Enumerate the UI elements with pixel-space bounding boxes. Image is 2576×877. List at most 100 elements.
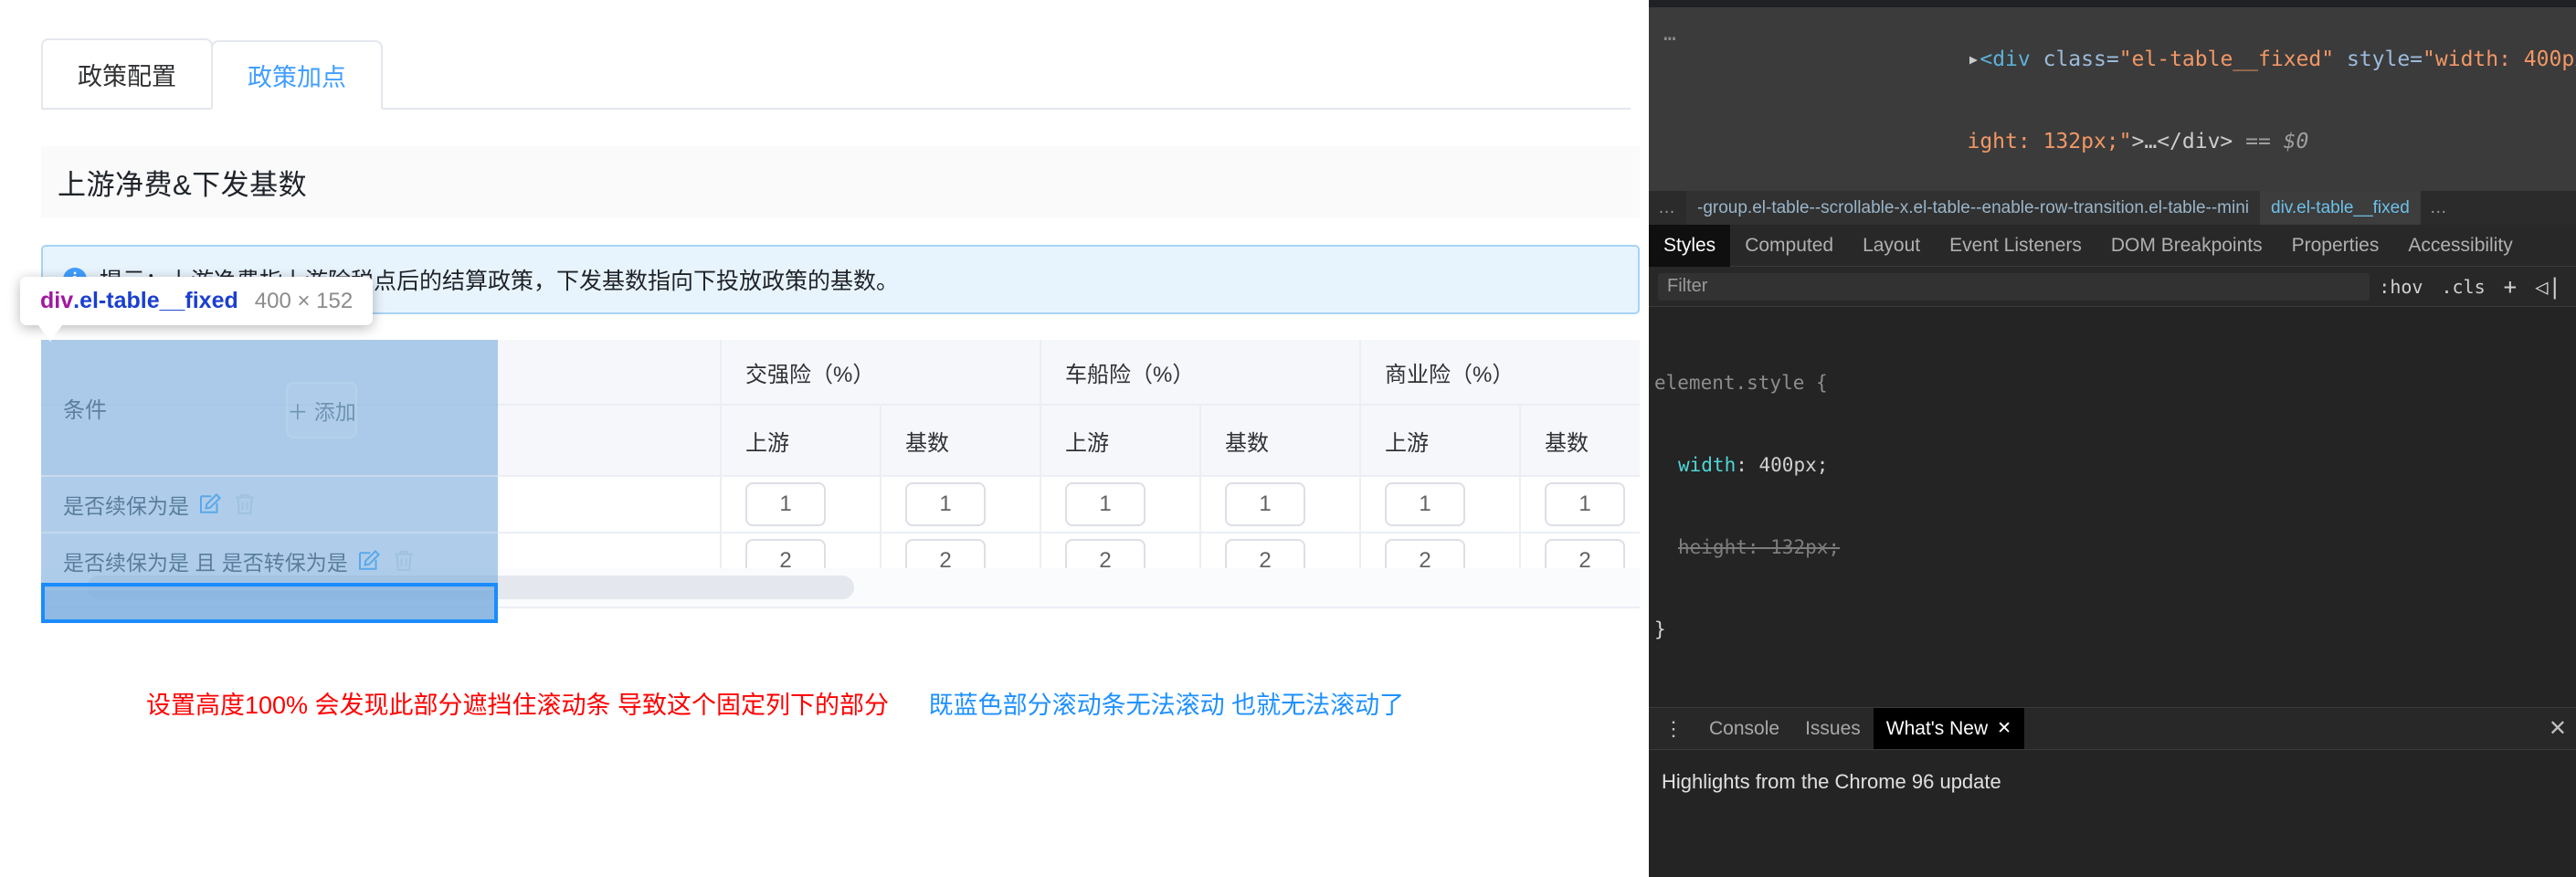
header-sub-5: 基数: [1521, 406, 1640, 477]
header-group-label: 交强险（%）: [745, 362, 875, 387]
fixed-col-scrollbar-cover: [41, 583, 498, 623]
header-group-2: 商业险（%）: [1361, 340, 1640, 406]
header-sub-label: 基数: [1225, 430, 1269, 456]
tab-styles[interactable]: Styles: [1649, 224, 1731, 267]
declaration[interactable]: width: 400px;: [1654, 451, 2576, 479]
drawer-tab-issues[interactable]: Issues: [1792, 708, 1874, 750]
dom-attr: class=: [2043, 48, 2119, 71]
breadcrumb-overflow-dots[interactable]: …: [1649, 198, 1686, 218]
number-input[interactable]: 1: [1065, 482, 1145, 526]
tab-policy-config[interactable]: 政策配置: [41, 38, 213, 108]
tab-dom-breakpoints[interactable]: DOM Breakpoints: [2096, 225, 2277, 267]
condition-text: 是否续保为是 且 是否转保为是: [63, 551, 348, 575]
breadcrumb-overflow-dots-right[interactable]: …: [2421, 198, 2458, 218]
annotation-blue: 既蓝色部分滚动条无法滚动 也就无法滚动了: [928, 692, 1405, 719]
tab-layout[interactable]: Layout: [1848, 225, 1935, 267]
tab-label: 政策加点: [248, 63, 346, 91]
close-icon[interactable]: ✕: [1997, 718, 2011, 739]
header-sub-4: 上游: [1361, 406, 1521, 477]
condition-text: 是否续保为是: [63, 494, 189, 518]
dom-breadcrumb: … -group.el-table--scrollable-x.el-table…: [1649, 190, 2576, 226]
policy-table: 条件 交强险（%） 车船险（%） 商业险（%）: [41, 340, 1640, 623]
decl-value: 132px;: [1770, 536, 1841, 558]
header-sub-label: 上游: [1065, 430, 1109, 456]
header-group-label: 商业险（%）: [1385, 362, 1515, 387]
declaration-disabled[interactable]: height: 132px;: [1654, 534, 2576, 561]
value-cell: 1: [882, 477, 1041, 534]
header-group-1: 车船险（%）: [1041, 340, 1361, 406]
dom-tag: <div: [1980, 48, 2043, 71]
tab-event-listeners[interactable]: Event Listeners: [1935, 225, 2096, 267]
header-sub-2: 上游: [1041, 406, 1201, 477]
hov-button[interactable]: :hov: [2370, 276, 2432, 298]
dom-attr-value: "width: 400px; he: [2423, 48, 2576, 71]
tab-bar: 政策配置 政策加点: [41, 38, 1631, 110]
add-condition-button[interactable]: ＋ 添加: [286, 382, 357, 438]
table-fixed-left-column: 条件 ＋ 添加 是否续保为是 是否续保为是 且 是否转保为是: [41, 340, 498, 623]
number-input[interactable]: 1: [1225, 482, 1305, 526]
dom-dollar-zero: == $0: [2233, 130, 2309, 153]
header-group-label: 车船险（%）: [1065, 362, 1195, 387]
value-cell: 1: [1521, 477, 1640, 534]
number-input[interactable]: 1: [905, 482, 986, 526]
web-page-panel: 政策配置 政策加点 上游净费&下发基数 i 提示：上游净费指上游除税点后的结算政…: [0, 0, 1640, 877]
drawer-close-icon[interactable]: ✕: [2549, 715, 2567, 742]
dom-punctuation: >…</div>: [2131, 130, 2233, 153]
section-title-bar: 上游净费&下发基数: [41, 146, 1640, 217]
fixed-col-row: 是否续保为是 且 是否转保为是: [41, 534, 498, 590]
annotation-red: 设置高度100% 会发现此部分遮挡住滚动条 导致这个固定列下的部分: [146, 692, 890, 719]
dom-selected-node[interactable]: … ▸<div class="el-table__fixed" style="w…: [1649, 7, 2576, 192]
decl-prop: width: [1678, 454, 1737, 476]
delete-icon[interactable]: [231, 491, 259, 518]
cls-button[interactable]: .cls: [2432, 276, 2494, 298]
drawer-tab-console[interactable]: Console: [1696, 708, 1792, 750]
header-sub-label: 基数: [1545, 430, 1589, 456]
rule-selector: element.style {: [1654, 372, 1828, 394]
whats-new-content: Highlights from the Chrome 96 update: [1649, 749, 2576, 877]
devtools-sidebar-tabs: Styles Computed Layout Event Listeners D…: [1649, 224, 2576, 267]
drawer-tab-whats-new[interactable]: What's New ✕: [1873, 707, 2025, 750]
tab-label: 政策配置: [78, 62, 176, 90]
tooltip-size: 400 × 152: [254, 289, 354, 313]
tooltip-tag: div: [40, 288, 74, 313]
tab-properties[interactable]: Properties: [2277, 225, 2394, 267]
tooltip-classname: .el-table__fixed: [73, 288, 238, 313]
header-sub-label: 上游: [745, 430, 789, 456]
devtools-drawer-tabs: ⋮ Console Issues What's New ✕ ✕: [1649, 707, 2576, 750]
breadcrumb-item-selected[interactable]: div.el-table__fixed: [2260, 190, 2421, 226]
tab-accessibility[interactable]: Accessibility: [2393, 225, 2527, 267]
header-group-0: 交强险（%）: [722, 340, 1041, 406]
dom-attr-value: "el-table__fixed": [2118, 48, 2335, 71]
number-input[interactable]: 1: [1545, 482, 1625, 526]
page-title: 上游净费&下发基数: [58, 168, 308, 201]
drawer-tab-label: What's New: [1885, 717, 1989, 739]
edit-icon[interactable]: [355, 547, 383, 575]
styles-rules-list[interactable]: element.style { width: 400px; height: 13…: [1649, 307, 2576, 707]
decl-value: 400px;: [1758, 454, 1829, 476]
more-options-icon[interactable]: ⋮: [1649, 718, 1696, 738]
delete-icon[interactable]: [390, 547, 417, 575]
value-cell: 1: [1361, 477, 1521, 534]
tab-policy-bonus[interactable]: 政策加点: [211, 40, 383, 110]
screenshot-root: 政策配置 政策加点 上游净费&下发基数 i 提示：上游净费指上游除税点后的结算政…: [0, 0, 2576, 877]
style-rule-element-style: element.style { width: 400px; height: 13…: [1649, 307, 2576, 707]
header-sub-1: 基数: [882, 406, 1041, 477]
value-cell: 1: [1041, 477, 1201, 534]
edit-icon[interactable]: [196, 491, 224, 518]
fixed-col-header: 条件 ＋ 添加: [41, 340, 498, 477]
new-style-rule-button[interactable]: +: [2495, 274, 2526, 300]
expand-arrow-icon[interactable]: ▸: [1967, 48, 1980, 71]
styles-filter-row: Filter :hov .cls + ◁|: [1649, 267, 2576, 307]
toggle-sidebar-icon[interactable]: ◁|: [2526, 274, 2576, 300]
number-input[interactable]: 1: [745, 482, 826, 526]
inspect-tooltip: div .el-table__fixed 400 × 152: [20, 277, 374, 342]
breadcrumb-item-parent[interactable]: -group.el-table--scrollable-x.el-table--…: [1686, 190, 2261, 226]
devtools-panel: … ▸<div class="el-table__fixed" style="w…: [1649, 0, 2576, 877]
dom-attr: style=: [2334, 48, 2423, 71]
number-input[interactable]: 1: [1385, 482, 1465, 526]
value-cell: 1: [1201, 477, 1361, 534]
header-sub-3: 基数: [1201, 406, 1361, 477]
tab-computed[interactable]: Computed: [1730, 225, 1848, 267]
value-cell: 1: [722, 477, 882, 534]
styles-filter-input[interactable]: Filter: [1658, 272, 2370, 301]
